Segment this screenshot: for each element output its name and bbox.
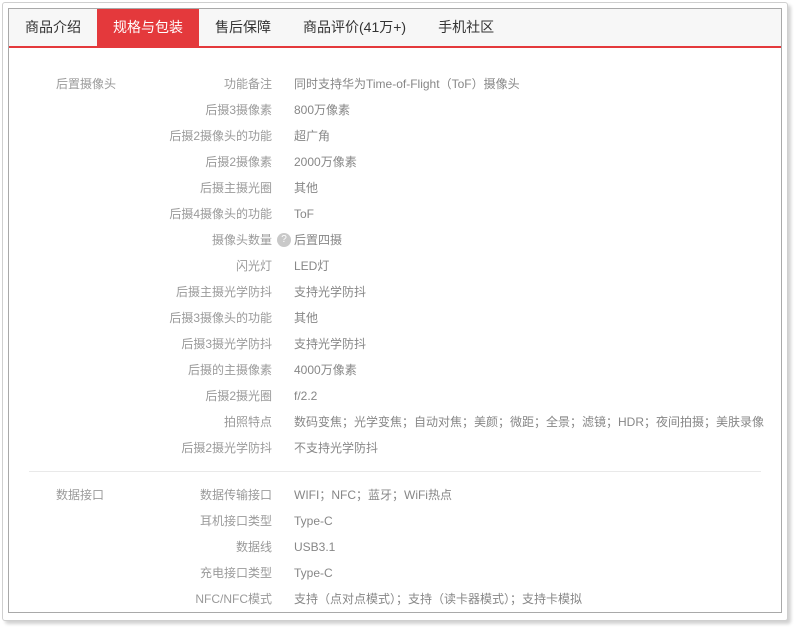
help-icon[interactable]: ? xyxy=(277,233,291,247)
spec-value: USB3.1 xyxy=(294,540,336,554)
spec-label: 后摄3摄像素 xyxy=(151,97,272,123)
spec-row: 拍照特点 数码变焦；光学变焦；自动对焦；美颜；微距；全景；滤镜；HDR；夜间拍摄；… xyxy=(56,409,765,435)
spec-label: 后摄2摄光学防抖 xyxy=(151,435,272,461)
tab-product-intro[interactable]: 商品介绍 xyxy=(9,9,97,46)
spec-label-text: 功能备注 xyxy=(223,77,272,91)
spec-value: 不支持光学防抖 xyxy=(294,441,379,455)
spec-label: NFC/NFC模式 xyxy=(151,586,272,612)
spec-row: 充电接口类型 Type-C xyxy=(56,560,761,586)
spec-label-text: 后摄2摄光学防抖 xyxy=(181,441,272,455)
product-detail-panel: 商品介绍 规格与包装 售后保障 商品评价(41万+) 手机社区 后置摄像头 功能备注 同时支… xyxy=(8,8,782,613)
spec-label: 闪光灯 xyxy=(151,253,272,279)
spec-value: Type-C xyxy=(294,566,333,580)
spec-label-text: 充电接口类型 xyxy=(199,566,272,580)
spec-label-text: 拍照特点 xyxy=(223,415,272,429)
spec-value: LED灯 xyxy=(294,259,330,273)
spec-value: 同时支持华为Time-of-Flight（ToF）摄像头 xyxy=(294,77,520,91)
spec-label-text: 后摄2摄像素 xyxy=(205,155,272,169)
spec-label-text: NFC/NFC模式 xyxy=(195,592,272,606)
spec-value: 其他 xyxy=(294,181,319,195)
spec-value: 其他 xyxy=(294,311,319,325)
spec-label: 后摄2摄像素 xyxy=(151,149,272,175)
spec-label-text: 数据传输接口 xyxy=(199,488,272,502)
spec-label: 后摄主摄光学防抖 xyxy=(151,279,272,305)
spec-row: 后摄3摄光学防抖 支持光学防抖 xyxy=(56,331,761,357)
spec-row: 闪光灯 LED灯 xyxy=(56,253,761,279)
tab-reviews[interactable]: 商品评价(41万+) xyxy=(287,9,422,46)
spec-label-text: 后摄3摄像素 xyxy=(205,103,272,117)
spec-label: 后摄的主摄像素 xyxy=(151,357,272,383)
spec-value: f/2.2 xyxy=(294,389,318,403)
spec-label: 拍照特点 xyxy=(151,409,272,435)
spec-row: NFC/NFC模式 支持（点对点模式）；支持（读卡器模式）；支持卡模拟 xyxy=(56,586,761,612)
spec-row: 后摄3摄像头的功能 其他 xyxy=(56,305,761,331)
spec-value: 后置四摄 xyxy=(294,233,343,247)
spec-label: 功能备注 xyxy=(151,71,272,97)
spec-label: 后摄4摄像头的功能 xyxy=(151,201,272,227)
spec-row: 后置摄像头 功能备注 同时支持华为Time-of-Flight（ToF）摄像头 xyxy=(56,71,761,97)
spec-value: 2000万像素 xyxy=(294,155,357,169)
spec-value: 数码变焦；光学变焦；自动对焦；美颜；微距；全景；滤镜；HDR；夜间拍摄；美肤录像 xyxy=(294,415,765,429)
spec-group-label: 后置摄像头 xyxy=(56,77,117,91)
detail-tab-bar: 商品介绍 规格与包装 售后保障 商品评价(41万+) 手机社区 xyxy=(9,9,781,48)
spec-row: 后摄主摄光学防抖 支持光学防抖 xyxy=(56,279,761,305)
spec-value: 支持光学防抖 xyxy=(294,337,367,351)
spec-group-label: 数据接口 xyxy=(56,488,105,502)
spec-row: 后摄2摄光学防抖 不支持光学防抖 xyxy=(56,435,761,461)
spec-label: 耳机接口类型 xyxy=(151,508,272,534)
spec-label: 后摄2摄光圈 xyxy=(151,383,272,409)
spec-label: 后摄2摄像头的功能 xyxy=(151,123,272,149)
spec-label-text: 后摄3摄像头的功能 xyxy=(169,311,272,325)
spec-value: WIFI；NFC；蓝牙；WiFi热点 xyxy=(294,488,452,502)
spec-content: 后置摄像头 功能备注 同时支持华为Time-of-Flight（ToF）摄像头后摄3… xyxy=(9,48,781,612)
spec-label: 后摄主摄光圈 xyxy=(151,175,272,201)
spec-label: 后摄3摄光学防抖 xyxy=(151,331,272,357)
spec-label-text: 后摄3摄光学防抖 xyxy=(181,337,272,351)
spec-row: 后摄2摄像素 2000万像素 xyxy=(56,149,761,175)
spec-row: 后摄3摄像素 800万像素 xyxy=(56,97,761,123)
spec-value: 支持光学防抖 xyxy=(294,285,367,299)
spec-label: 数据线 xyxy=(151,534,272,560)
spec-label-text: 后摄2摄像头的功能 xyxy=(169,129,272,143)
spec-label-text: 数据线 xyxy=(235,540,272,554)
spec-label-text: 耳机接口类型 xyxy=(199,514,272,528)
spec-row: 数据接口 数据传输接口 WIFI；NFC；蓝牙；WiFi热点 xyxy=(56,482,761,508)
window-frame: 商品介绍 规格与包装 售后保障 商品评价(41万+) 手机社区 后置摄像头 功能备注 同时支… xyxy=(2,2,788,621)
spec-row: 摄像头数量? 后置四摄 xyxy=(56,227,761,253)
spec-label: 摄像头数量? xyxy=(151,227,291,253)
spec-value: 800万像素 xyxy=(294,103,351,117)
spec-label-text: 后摄主摄光圈 xyxy=(199,181,272,195)
spec-label-text: 后摄2摄光圈 xyxy=(205,389,272,403)
spec-value: 支持（点对点模式）；支持（读卡器模式）；支持卡模拟 xyxy=(294,592,583,606)
spec-value: 超广角 xyxy=(294,129,331,143)
spec-label-text: 后摄的主摄像素 xyxy=(187,363,272,377)
spec-row: 数据线 USB3.1 xyxy=(56,534,761,560)
spec-label-text: 摄像头数量 xyxy=(211,233,272,247)
spec-row: 后摄4摄像头的功能 ToF xyxy=(56,201,761,227)
spec-label-text: 后摄主摄光学防抖 xyxy=(175,285,272,299)
spec-value: 4000万像素 xyxy=(294,363,357,377)
tab-community[interactable]: 手机社区 xyxy=(422,9,510,46)
spec-value: Type-C xyxy=(294,514,333,528)
spec-row: 耳机接口类型 Type-C xyxy=(56,508,761,534)
spec-row: 后摄2摄像头的功能 超广角 xyxy=(56,123,761,149)
spec-value: ToF xyxy=(294,207,315,221)
spec-label-text: 后摄4摄像头的功能 xyxy=(169,207,272,221)
section-divider xyxy=(29,471,761,472)
spec-label: 后摄3摄像头的功能 xyxy=(151,305,272,331)
spec-row: 后摄主摄光圈 其他 xyxy=(56,175,761,201)
spec-label-text: 闪光灯 xyxy=(235,259,272,273)
spec-label: 充电接口类型 xyxy=(151,560,272,586)
tab-after-sales[interactable]: 售后保障 xyxy=(199,9,287,46)
spec-row: 后摄的主摄像素 4000万像素 xyxy=(56,357,761,383)
tab-specs-packaging[interactable]: 规格与包装 xyxy=(97,9,199,46)
spec-row: 后摄2摄光圈 f/2.2 xyxy=(56,383,761,409)
spec-label: 数据传输接口 xyxy=(151,482,272,508)
